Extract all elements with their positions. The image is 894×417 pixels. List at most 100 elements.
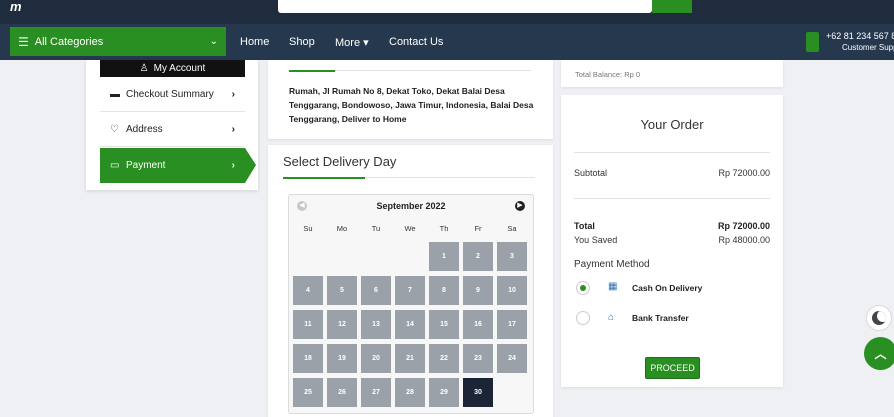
delivery-address-text: Rumah, Jl Rumah No 8, Dekat Toko, Dekat … bbox=[289, 86, 534, 124]
calendar-day[interactable]: 21 bbox=[395, 344, 425, 373]
delivery-day-card: Select Delivery Day ◀ September 2022 ▶ S… bbox=[268, 145, 553, 417]
all-categories-label: All Categories bbox=[34, 35, 104, 48]
calendar-day[interactable]: 3 bbox=[497, 242, 527, 271]
calendar-day[interactable]: 5 bbox=[327, 276, 357, 305]
calendar-day[interactable]: 4 bbox=[293, 276, 323, 305]
calendar-day[interactable]: 2 bbox=[463, 242, 493, 271]
calendar-day[interactable]: 25 bbox=[293, 378, 323, 407]
proceed-button[interactable]: PROCEED bbox=[645, 357, 700, 379]
calendar-day[interactable]: 12 bbox=[327, 310, 357, 339]
dark-mode-toggle[interactable] bbox=[866, 305, 892, 331]
account-sidebar: ♙ My Account ▬ Checkout Summary › ♡ Addr… bbox=[86, 60, 258, 190]
saved-label: You Saved bbox=[574, 235, 618, 245]
bank-transfer-radio[interactable] bbox=[576, 311, 590, 325]
calendar-day[interactable]: 27 bbox=[361, 378, 391, 407]
sidebar-item-label: Address bbox=[126, 123, 163, 135]
weekday-label: Th bbox=[439, 224, 449, 233]
divider bbox=[574, 152, 770, 153]
total-row: Total Rp 72000.00 bbox=[574, 221, 770, 231]
bank-icon: ⌂ bbox=[608, 312, 615, 323]
calendar-day[interactable]: 29 bbox=[429, 378, 459, 407]
calendar-day-selected[interactable]: 30 bbox=[463, 378, 493, 407]
sidebar-item-label: Checkout Summary bbox=[126, 88, 214, 100]
calendar-day[interactable]: 19 bbox=[327, 344, 357, 373]
sidebar-item-label: Payment bbox=[126, 160, 166, 171]
calendar-day[interactable]: 17 bbox=[497, 310, 527, 339]
calendar-day[interactable]: 23 bbox=[463, 344, 493, 373]
order-summary-card: Your Order Subtotal Rp 72000.00 Total Rp… bbox=[561, 95, 783, 387]
calendar-day[interactable]: 1 bbox=[429, 242, 459, 271]
search-input[interactable] bbox=[278, 0, 652, 13]
nav-more[interactable]: More ▾ bbox=[335, 36, 369, 49]
scroll-to-top-button[interactable]: ︿ bbox=[864, 337, 894, 370]
calendar-day[interactable]: 14 bbox=[395, 310, 425, 339]
chevron-right-icon: › bbox=[231, 160, 235, 171]
delivery-day-title: Select Delivery Day bbox=[283, 154, 397, 169]
nav-shop[interactable]: Shop bbox=[289, 36, 315, 48]
heart-icon: ♡ bbox=[110, 123, 119, 135]
my-account-header[interactable]: ♙ My Account bbox=[100, 60, 245, 77]
subtotal-value: Rp 72000.00 bbox=[718, 168, 770, 178]
calendar-month-label: September 2022 bbox=[376, 201, 446, 211]
total-label: Total bbox=[574, 221, 595, 231]
site-logo[interactable]: m bbox=[10, 0, 22, 14]
payment-method-label: Payment Method bbox=[574, 259, 650, 270]
order-title: Your Order bbox=[640, 117, 704, 132]
moon-icon bbox=[872, 311, 886, 325]
calendar-day[interactable]: 16 bbox=[463, 310, 493, 339]
user-icon: ♙ bbox=[139, 63, 149, 74]
sidebar-item-address[interactable]: ♡ Address › bbox=[100, 112, 245, 147]
delivery-calendar: ◀ September 2022 ▶ Su Mo Tu We Th Fr Sa 1 2 3 4 5 6 7… bbox=[288, 194, 534, 414]
my-account-label: My Account bbox=[153, 63, 206, 74]
all-categories-dropdown[interactable]: ☰ All Categories ⌄ bbox=[10, 27, 226, 56]
calendar-day[interactable]: 8 bbox=[429, 276, 459, 305]
calendar-day[interactable]: 26 bbox=[327, 378, 357, 407]
chevron-right-icon: › bbox=[231, 123, 235, 135]
total-value: Rp 72000.00 bbox=[717, 221, 770, 231]
calendar-day[interactable]: 10 bbox=[497, 276, 527, 305]
saved-row: You Saved Rp 48000.00 bbox=[574, 235, 770, 245]
chevron-up-icon: ︿ bbox=[874, 347, 887, 361]
divider bbox=[365, 177, 535, 178]
bank-transfer-label[interactable]: Bank Transfer bbox=[632, 313, 689, 323]
card-icon: ▭ bbox=[110, 160, 120, 171]
wallet-icon: ▬ bbox=[110, 88, 120, 100]
subtotal-label: Subtotal bbox=[574, 168, 608, 178]
saved-value: Rp 48000.00 bbox=[718, 235, 770, 245]
phone-icon bbox=[806, 32, 819, 52]
address-card: Rumah, Jl Rumah No 8, Dekat Toko, Dekat … bbox=[268, 60, 553, 139]
weekday-label: Fr bbox=[474, 224, 482, 233]
subtotal-row: Subtotal Rp 72000.00 bbox=[574, 168, 770, 178]
calendar-next-button[interactable]: ▶ bbox=[515, 201, 525, 211]
nav-contact-us[interactable]: Contact Us bbox=[389, 36, 443, 48]
sidebar-item-payment[interactable]: ▭ Payment › bbox=[100, 148, 245, 183]
calendar-day[interactable]: 6 bbox=[361, 276, 391, 305]
calendar-day[interactable]: 7 bbox=[395, 276, 425, 305]
total-balance-label: Total Balance: Rp 0 bbox=[575, 70, 641, 79]
calendar-day[interactable]: 18 bbox=[293, 344, 323, 373]
calendar-day[interactable]: 9 bbox=[463, 276, 493, 305]
calendar-day[interactable]: 22 bbox=[429, 344, 459, 373]
divider bbox=[574, 198, 770, 199]
main-navbar: ☰ All Categories ⌄ Home Shop More ▾ Cont… bbox=[0, 24, 894, 60]
calendar-day[interactable]: 28 bbox=[395, 378, 425, 407]
calendar-day[interactable]: 13 bbox=[361, 310, 391, 339]
cash-on-delivery-radio[interactable] bbox=[576, 281, 590, 295]
section-underline bbox=[283, 177, 365, 179]
nav-home[interactable]: Home bbox=[240, 36, 269, 48]
calendar-day[interactable]: 15 bbox=[429, 310, 459, 339]
calendar-day[interactable]: 24 bbox=[497, 344, 527, 373]
search-button[interactable] bbox=[652, 0, 692, 13]
chevron-down-icon: ⌄ bbox=[209, 36, 218, 47]
sidebar-item-checkout-summary[interactable]: ▬ Checkout Summary › bbox=[100, 77, 245, 112]
phone-number: +62 81 234 567 8 bbox=[826, 31, 894, 41]
weekday-label: Tu bbox=[371, 224, 381, 233]
customer-support-label: Customer Supp bbox=[842, 43, 894, 52]
calendar-day[interactable]: 20 bbox=[361, 344, 391, 373]
calendar-day[interactable]: 11 bbox=[293, 310, 323, 339]
cash-on-delivery-label[interactable]: Cash On Delivery bbox=[632, 283, 702, 293]
weekday-label: Mo bbox=[336, 224, 348, 233]
weekday-label: We bbox=[404, 224, 416, 233]
chevron-right-icon: › bbox=[231, 88, 235, 100]
weekday-label: Sa bbox=[507, 224, 517, 233]
